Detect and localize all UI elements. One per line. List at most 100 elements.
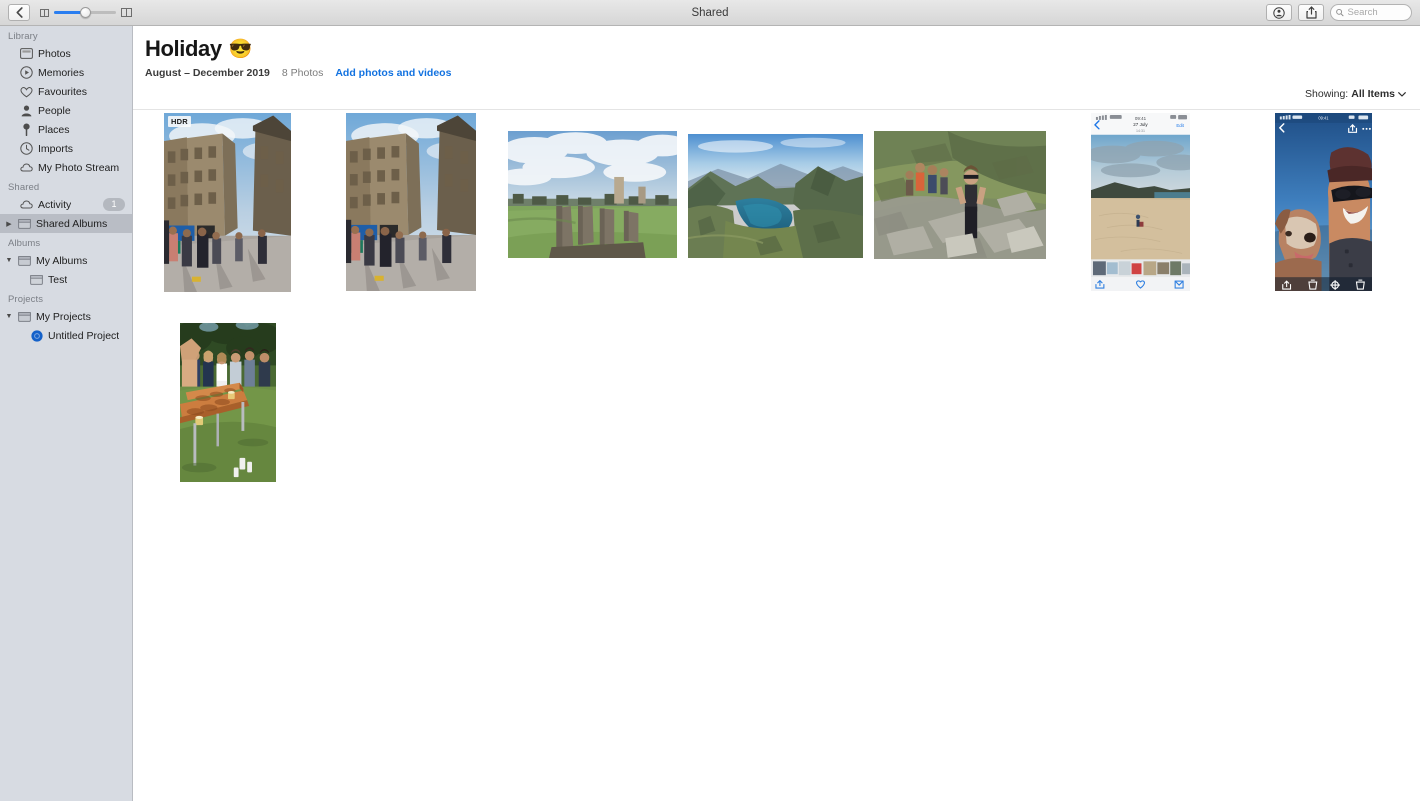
clock-icon — [20, 142, 33, 155]
photo-thumbnail-beach-screenshot[interactable]: 09:41 27 July 14:31 Edit — [1091, 113, 1190, 291]
chevron-left-icon — [16, 7, 23, 18]
showing-value: All Items — [1351, 88, 1395, 100]
page-title: Holiday 😎 — [145, 36, 1408, 62]
sidebar-item-label: Activity — [38, 198, 72, 211]
photo-thumbnail-selfie-with-dog[interactable]: 09:41 — [1275, 113, 1372, 291]
slider-track[interactable] — [54, 7, 116, 18]
sidebar-item-label: Shared Albums — [36, 217, 108, 230]
showing-label: Showing: — [1305, 88, 1349, 100]
disclosure-expanded-icon[interactable]: ▼ — [5, 257, 13, 264]
album-title-text: Holiday — [145, 36, 222, 61]
grid-small-icon — [40, 8, 49, 17]
sidebar-item-label: Favourites — [38, 85, 88, 98]
photo-thumbnail-castle-ruins[interactable] — [508, 131, 677, 258]
photo-image: 09:41 — [1275, 113, 1372, 291]
svg-text:09:41: 09:41 — [1318, 115, 1329, 120]
sidebar-item-label: Imports — [38, 142, 74, 155]
disclosure-collapsed-icon[interactable]: ▶ — [5, 220, 13, 228]
back-button[interactable] — [8, 4, 30, 21]
sidebar-item-places[interactable]: Places — [0, 120, 132, 139]
sidebar-section-header: Shared — [8, 182, 40, 193]
folder-gray-icon — [30, 273, 43, 286]
search-field[interactable] — [1330, 4, 1412, 21]
hdr-badge: HDR — [168, 116, 191, 127]
svg-text:Edit: Edit — [1176, 123, 1184, 128]
sidebar-item-activity[interactable]: Activity 1 — [0, 195, 132, 214]
sidebar-item-test[interactable]: Test — [0, 270, 132, 289]
photo-thumbnail-hikers-on-ridge[interactable] — [874, 131, 1046, 259]
person-badge-icon — [1273, 6, 1285, 19]
sidebar-item-label: My Photo Stream — [38, 161, 120, 174]
header-divider — [133, 109, 1420, 110]
photo-thumbnail-edinburgh-street-hdr[interactable]: HDR — [164, 113, 291, 292]
search-icon — [1336, 8, 1344, 17]
search-input[interactable] — [1347, 7, 1406, 18]
sidebar-item-label: My Projects — [36, 310, 91, 323]
folder-icon — [18, 217, 31, 230]
share-button[interactable] — [1298, 4, 1324, 21]
content-area: Holiday 😎 August – December 2019 8 Photo… — [133, 26, 1420, 801]
add-photos-link[interactable]: Add photos and videos — [335, 67, 451, 79]
toolbar-right-group — [1266, 4, 1420, 21]
album-date-range: August – December 2019 — [145, 67, 270, 79]
sidebar-item-photos[interactable]: Photos — [0, 44, 132, 63]
slider-knob[interactable] — [79, 7, 91, 18]
sidebar-item-label: Photos — [38, 47, 71, 60]
photos-icon — [20, 47, 33, 60]
sidebar-item-imports[interactable]: Imports — [0, 139, 132, 158]
folder-icon — [18, 254, 31, 267]
showing-filter[interactable]: Showing: All Items — [1305, 88, 1406, 100]
photo-image — [688, 134, 863, 258]
heart-icon — [20, 85, 33, 98]
memories-icon — [20, 66, 33, 79]
sidebar-item-my-projects[interactable]: ▼ My Projects — [0, 307, 132, 326]
sidebar-item-shared-albums[interactable]: ▶ Shared Albums — [0, 214, 132, 233]
sidebar-section-header: Projects — [8, 294, 44, 305]
album-header: Holiday 😎 August – December 2019 8 Photo… — [133, 26, 1420, 79]
sidebar-item-my-albums[interactable]: ▼ My Albums — [0, 251, 132, 270]
sidebar-item-my-photo-stream[interactable]: My Photo Stream — [0, 158, 132, 177]
person-icon — [20, 104, 33, 117]
photo-image — [508, 131, 677, 258]
photo-image: HDR — [164, 113, 291, 292]
folder-icon — [18, 310, 31, 323]
photo-thumbnail-edinburgh-street[interactable] — [346, 113, 476, 291]
pin-icon — [20, 123, 33, 136]
disclosure-expanded-icon[interactable]: ▼ — [5, 313, 13, 320]
photo-image — [874, 131, 1046, 259]
chevron-down-icon — [1398, 91, 1406, 97]
svg-text:09:41: 09:41 — [1135, 116, 1147, 121]
info-button[interactable] — [1266, 4, 1292, 21]
sidebar-item-label: Places — [38, 123, 70, 136]
blue-circle-icon — [30, 329, 43, 342]
toolbar-left-group — [0, 4, 132, 21]
sidebar: Library Photos Memories Favourites People Pla… — [0, 26, 133, 801]
sidebar-item-people[interactable]: People — [0, 101, 132, 120]
photo-thumbnail-snowdon-lake-valley[interactable] — [688, 134, 863, 258]
album-subtitle: August – December 2019 8 Photos Add phot… — [145, 67, 1408, 79]
sidebar-item-untitled-project[interactable]: Untitled Project — [0, 326, 132, 345]
sidebar-item-label: My Albums — [36, 254, 88, 267]
cloud-icon — [20, 161, 33, 174]
cloud-icon — [20, 198, 33, 211]
sidebar-item-label: Untitled Project — [48, 329, 120, 342]
album-photo-count: 8 Photos — [281, 67, 324, 79]
thumbnail-size-slider[interactable] — [40, 7, 132, 18]
photo-image — [180, 323, 276, 482]
sidebar-item-favourites[interactable]: Favourites — [0, 82, 132, 101]
photo-image — [346, 113, 476, 291]
grid-large-icon — [121, 8, 132, 17]
window-toolbar: Shared — [0, 0, 1420, 26]
window-title: Shared — [691, 6, 729, 19]
photo-thumbnail-beer-pong-party[interactable] — [180, 323, 276, 482]
photo-image: 09:41 27 July 14:31 Edit — [1091, 113, 1190, 291]
status-badge: 1 — [103, 198, 125, 211]
share-icon — [1305, 6, 1317, 19]
album-emoji: 😎 — [228, 39, 253, 60]
sidebar-section-header: Albums — [8, 238, 41, 249]
sidebar-item-memories[interactable]: Memories — [0, 63, 132, 82]
sidebar-item-label: Memories — [38, 66, 85, 79]
svg-text:14:31: 14:31 — [1136, 129, 1145, 133]
sidebar-item-label: People — [38, 104, 71, 117]
svg-text:27 July: 27 July — [1133, 122, 1148, 127]
